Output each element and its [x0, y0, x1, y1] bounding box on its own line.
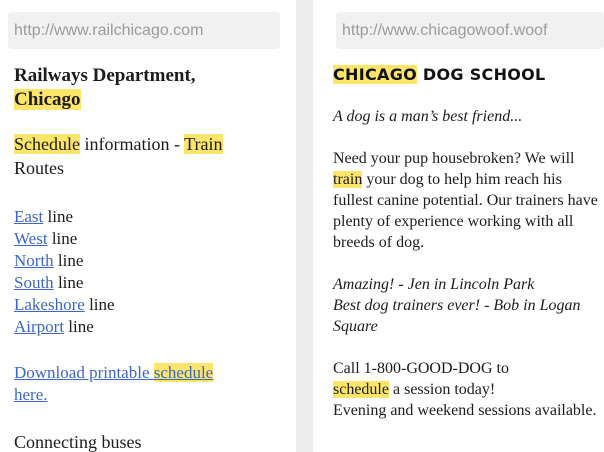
brand-highlight-chicago: CHICAGO: [333, 65, 418, 84]
rail-browser-pane: http://www.railchicago.com Railways Depa…: [0, 0, 296, 452]
line-suffix: line: [43, 207, 74, 226]
reviews: Amazing! - Jen in Lincoln Park Best dog …: [333, 274, 598, 337]
line-item-lakeshore: Lakeshore line: [14, 294, 288, 316]
highlight-schedule: schedule: [333, 381, 389, 398]
west-line-link[interactable]: West: [14, 229, 48, 248]
line-list: East line West line North line South lin…: [14, 206, 288, 338]
call-to-action: Call 1-800-GOOD-DOG to schedule a sessio…: [333, 358, 598, 421]
highlight-schedule: Schedule: [14, 134, 80, 154]
routes-text: Routes: [14, 158, 65, 178]
intro-text-b: your dog to help him reach his fullest c…: [333, 171, 598, 251]
connecting-buses-heading: Connecting buses: [14, 432, 142, 452]
line-suffix: line: [53, 273, 84, 292]
line-item-west: West line: [14, 228, 288, 250]
highlight-schedule-link[interactable]: schedule: [153, 363, 214, 382]
highlight-train: train: [333, 171, 363, 188]
call-text-b: a session today!: [388, 381, 496, 398]
line-item-north: North line: [14, 250, 288, 272]
line-item-airport: Airport line: [14, 316, 288, 338]
site-brand: CHICAGO DOG SCHOOL: [333, 64, 598, 86]
east-line-link[interactable]: East: [14, 207, 43, 226]
brand-rest: DOG SCHOOL: [417, 65, 546, 84]
download-link-suffix[interactable]: here.: [14, 385, 48, 404]
line-suffix: line: [84, 295, 115, 314]
airport-line-link[interactable]: Airport: [14, 317, 64, 336]
line-suffix: line: [53, 251, 84, 270]
line-item-east: East line: [14, 206, 288, 228]
line-suffix: line: [64, 317, 94, 336]
address-bar[interactable]: http://www.chicagowoof.woof: [336, 12, 604, 49]
download-schedule-link[interactable]: Download printable schedule here.: [14, 362, 288, 406]
north-line-link[interactable]: North: [14, 251, 54, 270]
intro-paragraph: Need your pup housebroken? We will train…: [333, 148, 598, 253]
schedule-heading: Schedule information - Train Routes: [14, 132, 288, 180]
title-line-1: Railways Department,: [14, 65, 196, 86]
intro-text-a: Need your pup housebroken? We will: [333, 150, 575, 167]
tagline: A dog is a man’s best friend...: [333, 108, 523, 125]
line-item-south: South line: [14, 272, 288, 294]
lakeshore-line-link[interactable]: Lakeshore: [14, 295, 85, 314]
south-line-link[interactable]: South: [14, 273, 54, 292]
title-highlight-chicago: Chicago: [14, 89, 81, 110]
call-text-c: Evening and weekend sessions available.: [333, 402, 597, 419]
line-suffix: line: [47, 229, 78, 248]
review-1: Amazing! - Jen in Lincoln Park: [333, 276, 535, 293]
rail-page-content: Railways Department, Chicago Schedule in…: [14, 64, 288, 452]
address-bar[interactable]: http://www.railchicago.com: [8, 12, 280, 49]
call-text: Call 1-800-GOOD-DOG to: [333, 360, 509, 377]
highlight-train: Train: [184, 134, 223, 154]
schedule-mid-text: information -: [79, 134, 185, 154]
dog-school-browser-pane: http://www.chicagowoof.woof CHICAGO DOG …: [313, 0, 604, 452]
dog-page-content: CHICAGO DOG SCHOOL A dog is a man’s best…: [333, 64, 598, 421]
download-link-text[interactable]: Download printable: [14, 363, 154, 382]
page-title: Railways Department, Chicago: [14, 64, 288, 112]
review-2: Best dog trainers ever! - Bob in Logan S…: [333, 297, 581, 335]
